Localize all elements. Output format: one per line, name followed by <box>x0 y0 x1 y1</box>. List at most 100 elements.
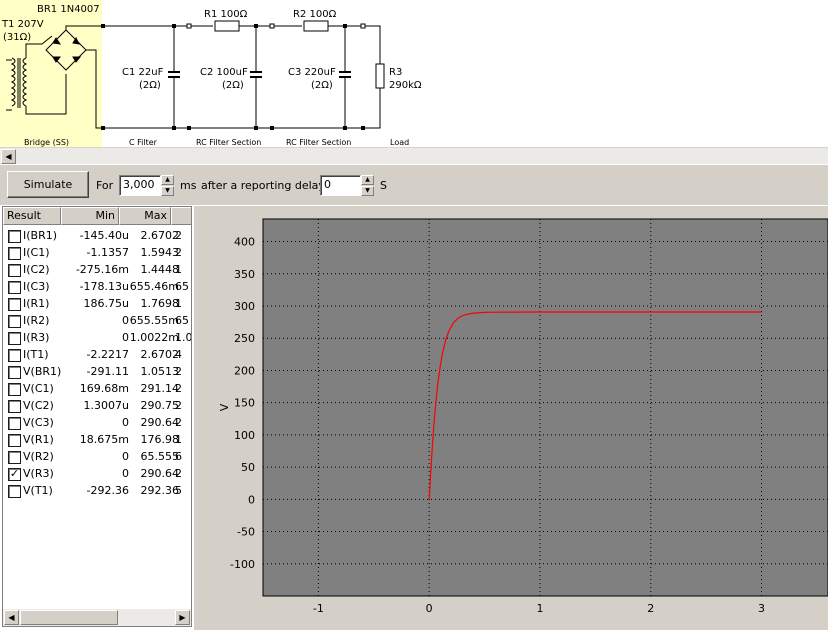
spin-down-icon[interactable]: ▼ <box>361 186 374 196</box>
result-checkbox[interactable] <box>8 434 21 447</box>
scroll-thumb[interactable] <box>20 610 118 625</box>
result-name: I(C1) <box>23 246 50 259</box>
results-horizontal-scrollbar[interactable]: ◀ ▶ <box>3 609 191 626</box>
column-header-result[interactable]: Result <box>3 207 61 225</box>
table-row[interactable]: V(C1) 169.68m 291.14 2 <box>3 380 191 397</box>
duration-spinner[interactable]: ▲ ▼ <box>161 175 174 196</box>
result-checkbox[interactable] <box>8 400 21 413</box>
table-row[interactable]: V(R2) 0 65.555 6 <box>3 448 191 465</box>
spin-up-icon[interactable]: ▲ <box>161 175 174 185</box>
table-row[interactable]: I(C2) -275.16m 1.4448 1 <box>3 261 191 278</box>
result-max: 1.4448 <box>140 263 180 276</box>
result-min: 18.675m <box>79 433 129 446</box>
y-tick-label: 250 <box>234 332 255 345</box>
result-min: 0 <box>122 416 129 429</box>
result-checkbox[interactable] <box>8 230 21 243</box>
table-row[interactable]: I(R1) 186.75u 1.7698 1 <box>3 295 191 312</box>
result-min: 0 <box>122 314 129 327</box>
scroll-right-arrow-icon[interactable]: ▶ <box>175 610 190 625</box>
column-header-max[interactable]: Max <box>119 207 171 225</box>
result-checkbox[interactable] <box>8 247 21 260</box>
result-max: 290.75 <box>140 399 180 412</box>
column-header-extra[interactable] <box>171 207 191 225</box>
result-max: 290.64 <box>140 416 180 429</box>
result-name: V(R3) <box>23 467 54 480</box>
x-tick-label: 2 <box>647 602 654 615</box>
result-extra: 6 <box>175 450 182 463</box>
simulate-button[interactable]: Simulate <box>7 171 89 198</box>
table-row[interactable]: V(C2) 1.3007u 290.75 2 <box>3 397 191 414</box>
result-checkbox[interactable] <box>8 366 21 379</box>
result-name: V(C2) <box>23 399 54 412</box>
section-label-c-filter: C Filter <box>129 138 158 147</box>
result-extra: 2 <box>175 399 182 412</box>
result-max: 291.14 <box>140 382 180 395</box>
result-checkbox[interactable]: ✓ <box>8 468 21 481</box>
table-row[interactable]: I(C3) -178.13u 655.46m 65 <box>3 278 191 295</box>
x-tick-label: 1 <box>536 602 543 615</box>
section-label-rc1: RC Filter Section <box>196 138 261 147</box>
result-name: I(R3) <box>23 331 50 344</box>
result-max: 1.7698 <box>140 297 180 310</box>
result-name: I(R2) <box>23 314 50 327</box>
capacitor-c2-symbol[interactable] <box>250 26 262 128</box>
table-row[interactable]: I(R3) 0 1.0022m 1.0 <box>3 329 191 346</box>
capacitor-c1-symbol[interactable] <box>168 26 180 128</box>
result-checkbox[interactable] <box>8 264 21 277</box>
result-min: 0 <box>122 450 129 463</box>
table-row[interactable]: V(BR1) -291.11 1.0513 2 <box>3 363 191 380</box>
delay-spinner[interactable]: ▲ ▼ <box>361 175 374 196</box>
bottom-rail <box>104 88 381 129</box>
result-max: 65.555 <box>140 450 180 463</box>
waveform-chart[interactable]: -100 -50 0 50 100 150 200 250 300 350 400 -1 0 1 2 3 V <box>194 206 828 630</box>
table-row[interactable]: V(R1) 18.675m 176.98 1 <box>3 431 191 448</box>
spin-up-icon[interactable]: ▲ <box>361 175 374 185</box>
duration-input[interactable]: 3,000 <box>119 175 161 196</box>
spin-down-icon[interactable]: ▼ <box>161 186 174 196</box>
c2-esr: (2Ω) <box>222 80 244 91</box>
table-row[interactable]: I(C1) -1.1357 1.5943 2 <box>3 244 191 261</box>
results-list[interactable]: Result Min Max I(BR1) -145.40u 2.6702 2 I(C1… <box>2 206 192 627</box>
y-tick-label: 200 <box>234 364 255 377</box>
table-row[interactable]: I(R2) 0 655.55m 65 <box>3 312 191 329</box>
result-checkbox[interactable] <box>8 349 21 362</box>
resistor-r3-symbol[interactable] <box>375 63 385 89</box>
circuit-diagram: BR1 1N4007 T1 207V (31Ω) R1 100Ω R2 100Ω… <box>0 0 422 147</box>
result-checkbox[interactable] <box>8 485 21 498</box>
scroll-left-arrow-icon[interactable]: ◀ <box>1 149 16 164</box>
result-min: -145.40u <box>79 229 129 242</box>
table-row[interactable]: V(T1) -292.36 292.36 5 <box>3 482 191 499</box>
y-tick-label: 300 <box>234 300 255 313</box>
delay-label: after a reporting delay of <box>201 179 340 192</box>
table-row[interactable]: V(C3) 0 290.64 2 <box>3 414 191 431</box>
result-max: 1.0022m <box>129 331 179 344</box>
y-axis-label: V <box>218 403 231 411</box>
resistor-r1-symbol[interactable] <box>214 20 240 32</box>
delay-input[interactable]: 0 <box>320 175 361 196</box>
result-checkbox[interactable] <box>8 332 21 345</box>
table-row[interactable]: I(BR1) -145.40u 2.6702 2 <box>3 227 191 244</box>
result-min: -178.13u <box>79 280 129 293</box>
result-max: 2.6702 <box>140 348 180 361</box>
result-checkbox[interactable] <box>8 417 21 430</box>
resistor-r2-symbol[interactable] <box>303 20 329 32</box>
schematic-panel[interactable]: BR1 1N4007 T1 207V (31Ω) R1 100Ω R2 100Ω… <box>0 0 828 147</box>
table-row[interactable]: I(T1) -2.2217 2.6702 4 <box>3 346 191 363</box>
simulation-toolbar: Simulate For 3,000 ▲ ▼ ms after a report… <box>0 164 828 205</box>
result-checkbox[interactable] <box>8 315 21 328</box>
result-extra: 2 <box>175 467 182 480</box>
y-tick-label: 350 <box>234 268 255 281</box>
capacitor-c3-symbol[interactable] <box>339 26 351 128</box>
result-extra: 5 <box>175 484 182 497</box>
column-header-min[interactable]: Min <box>61 207 119 225</box>
schematic-horizontal-scrollbar[interactable]: ◀ <box>0 147 828 164</box>
result-checkbox[interactable] <box>8 383 21 396</box>
result-checkbox[interactable] <box>8 298 21 311</box>
table-row[interactable]: ✓ V(R3) 0 290.64 2 <box>3 465 191 482</box>
scroll-left-arrow-icon[interactable]: ◀ <box>4 610 19 625</box>
result-checkbox[interactable] <box>8 281 21 294</box>
x-tick-label: 0 <box>426 602 433 615</box>
t1-resistance: (31Ω) <box>3 32 31 43</box>
result-checkbox[interactable] <box>8 451 21 464</box>
y-tick-label: 400 <box>234 236 255 249</box>
